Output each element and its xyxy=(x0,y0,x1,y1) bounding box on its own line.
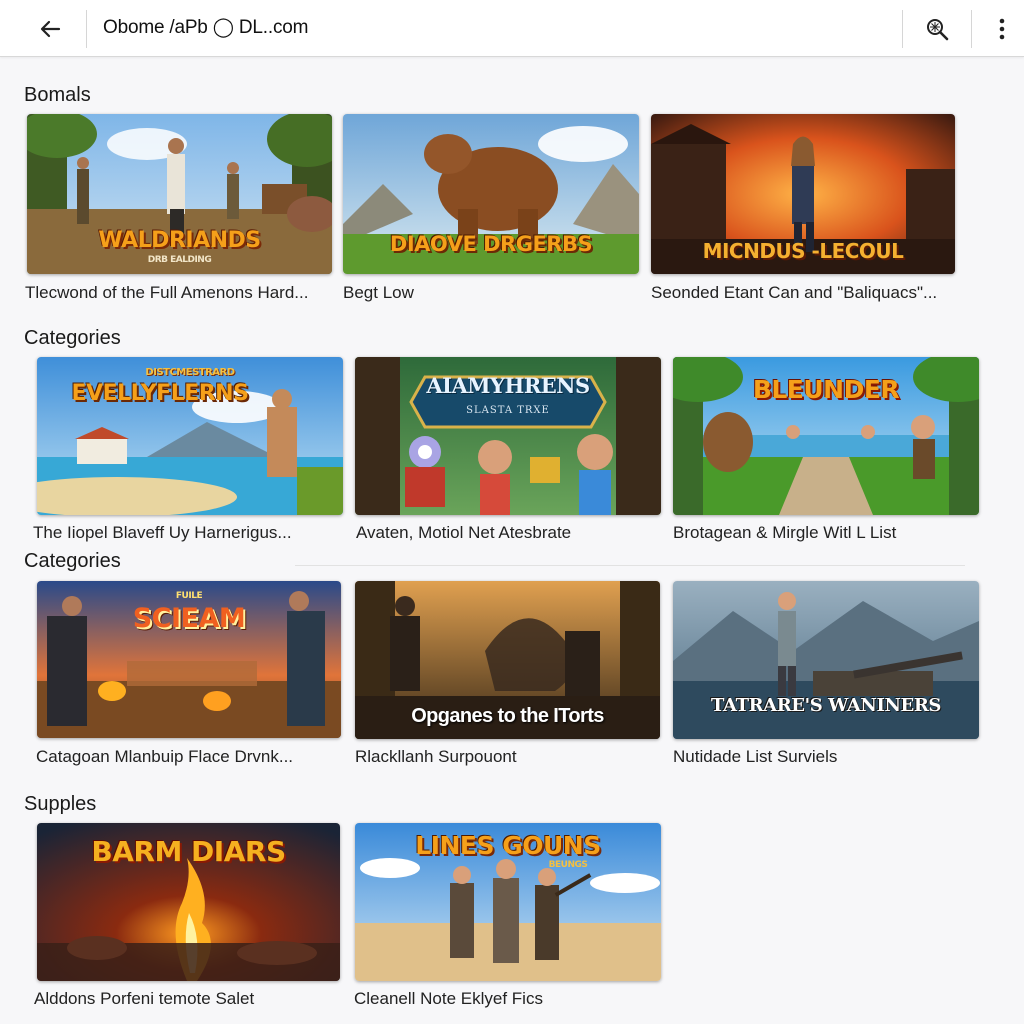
game-logo-text: Opganes to the ITorts xyxy=(411,705,604,727)
game-caption: Nutidade List Surviels xyxy=(673,747,838,766)
game-caption: Cleanell Note Eklyef Fics xyxy=(354,989,543,1008)
game-logo-subtext: DISTCMESTRARD xyxy=(145,367,235,378)
game-logo-text: EVELLYFLERNS xyxy=(71,381,249,406)
game-logo-text: TATRARE'S WANINERS xyxy=(711,695,941,716)
game-logo-text: MICNDUS -LECOUL xyxy=(702,239,904,263)
section-title: Supples xyxy=(24,793,97,815)
address-bar[interactable]: Obome /aPb ◯ DL..com xyxy=(103,16,308,39)
game-thumbnail: Opganes to the ITorts xyxy=(355,581,660,739)
game-thumbnail: MICNDUS -LECOUL xyxy=(651,114,955,274)
back-arrow-icon xyxy=(40,20,61,38)
game-logo-text: SCIEAM xyxy=(132,603,246,634)
section-title: Categories xyxy=(24,327,121,349)
search-button[interactable] xyxy=(917,9,957,49)
game-logo-text: DIAOVE DRGERBS xyxy=(389,232,593,256)
game-thumbnail: DIAOVE DRGERBS xyxy=(343,114,639,274)
toolbar-divider xyxy=(902,10,903,48)
game-thumbnail: BLEUNDER xyxy=(673,357,979,515)
toolbar-divider xyxy=(971,10,972,48)
game-caption: Begt Low xyxy=(343,283,414,302)
section-divider xyxy=(295,565,965,566)
game-caption: The Iiopel Blaveff Uy Harnerigus... xyxy=(33,523,292,542)
game-caption: Catagoan Mlanbuip Flace Drvnk... xyxy=(36,747,294,766)
game-caption: Rlackllanh Surpouont xyxy=(355,747,517,766)
game-logo-text: AIAMYHRENS xyxy=(426,373,590,398)
game-caption: Brotagean & Mirgle Witl L List xyxy=(673,523,897,542)
game-logo-text: WALDRIANDS xyxy=(98,228,261,253)
section-title: Categories xyxy=(24,550,121,572)
section-title: Bomals xyxy=(24,84,91,106)
game-caption: Tlecwond of the Full Amenons Hard... xyxy=(25,283,309,302)
game-thumbnail: FUILE SCIEAM xyxy=(37,581,341,738)
game-thumbnail: DISTCMESTRARD EVELLYFLERNS xyxy=(37,357,343,515)
game-caption: Seonded Etant Can and "Baliquacs"... xyxy=(651,283,938,302)
game-logo-subtext: BEUNGS xyxy=(548,860,588,870)
game-logo-subtext: DRB EALDING xyxy=(147,255,212,265)
browser-toolbar: Obome /aPb ◯ DL..com xyxy=(0,0,1024,57)
search-icon xyxy=(927,19,949,41)
game-caption: Avaten, Motiol Net Atesbrate xyxy=(356,523,572,542)
toolbar-divider xyxy=(86,10,87,48)
game-logo-subtext: FUILE xyxy=(175,591,203,601)
more-menu-button[interactable] xyxy=(986,9,1018,49)
game-thumbnail: TATRARE'S WANINERS xyxy=(673,581,979,739)
back-button[interactable] xyxy=(30,10,70,48)
game-thumbnail: BARM DIARS xyxy=(37,823,340,981)
game-logo-subtext: SLASTA TRXE xyxy=(466,405,550,416)
game-thumbnail: AIAMYHRENS SLASTA TRXE xyxy=(355,357,661,515)
game-thumbnail: WALDRIANDS DRB EALDING xyxy=(27,114,332,274)
game-caption: Alddons Porfeni temote Salet xyxy=(34,989,255,1008)
game-thumbnail: LINES GOUNS BEUNGS xyxy=(355,823,661,981)
game-logo-text: BLEUNDER xyxy=(752,375,900,404)
game-logo-text: BARM DIARS xyxy=(91,835,286,868)
game-logo-text: LINES GOUNS xyxy=(415,831,601,860)
more-vert-icon xyxy=(999,18,1005,40)
